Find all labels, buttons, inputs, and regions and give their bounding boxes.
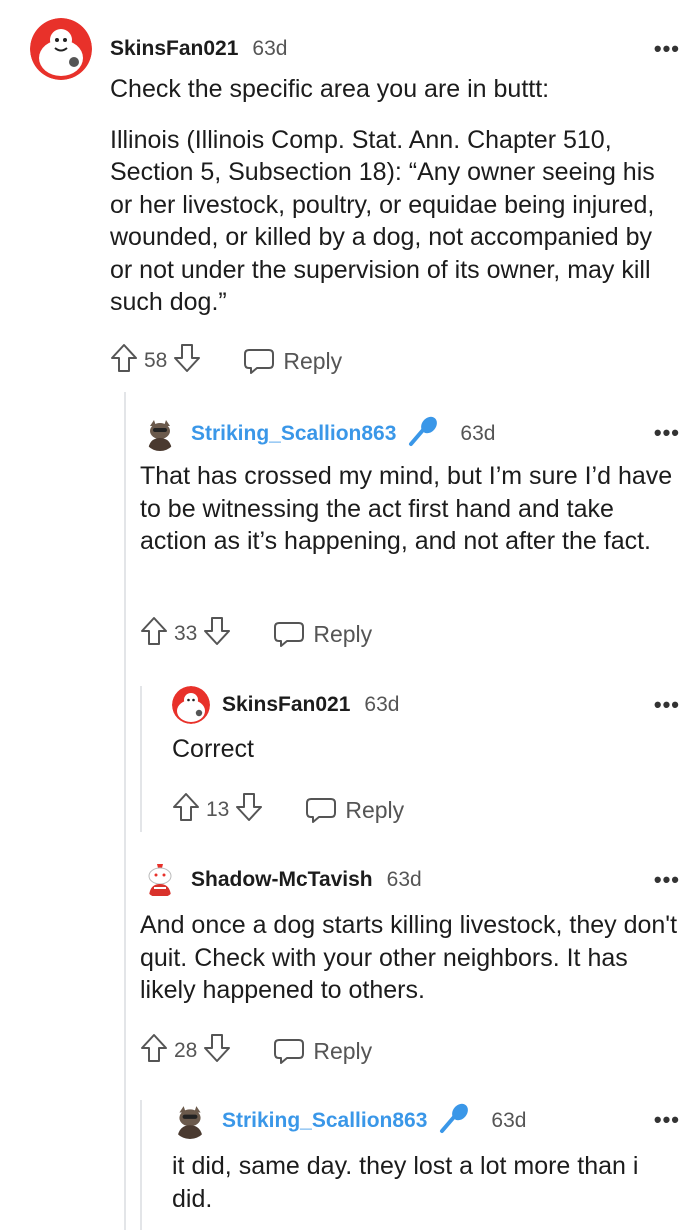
thread-line-level2[interactable]	[140, 686, 142, 832]
more-options-button[interactable]: •••	[654, 36, 680, 62]
comment-paragraph: And once a dog starts killing livestock,…	[140, 911, 678, 1004]
thread-line-level2b[interactable]	[140, 1100, 142, 1230]
reply-button[interactable]: Reply	[273, 1037, 372, 1065]
vote-score: 33	[174, 622, 198, 645]
reply-button[interactable]: Reply	[273, 620, 372, 648]
op-microphone-icon	[408, 415, 438, 452]
avatar[interactable]	[143, 416, 177, 451]
comment-body: it did, same day. they lost a lot more t…	[172, 1150, 682, 1215]
upvote-icon[interactable]	[110, 343, 138, 379]
avatar[interactable]	[172, 1102, 208, 1139]
comment-age: 63d	[364, 693, 400, 716]
comment-paragraph: That has crossed my mind, but I’m sure I…	[140, 462, 673, 555]
comment-body: Correct	[172, 733, 672, 766]
comment-age: 63d	[252, 37, 288, 60]
vote-score: 58	[144, 349, 168, 372]
comment-body: And once a dog starts killing livestock,…	[140, 909, 680, 1007]
reply-label: Reply	[345, 796, 405, 823]
comment-author[interactable]: SkinsFan021	[222, 693, 350, 717]
comment-age: 63d	[491, 1108, 527, 1132]
downvote-icon[interactable]	[235, 792, 263, 828]
more-options-button[interactable]: •••	[654, 1107, 680, 1133]
op-microphone-icon	[439, 1102, 469, 1139]
avatar[interactable]	[172, 686, 210, 724]
comment-author[interactable]: Striking_Scallion863	[191, 422, 396, 446]
reply-bubble-icon	[274, 622, 305, 647]
comment-paragraph: Correct	[172, 735, 254, 763]
more-options-button[interactable]: •••	[654, 420, 680, 446]
comment-author[interactable]: Shadow-McTavish	[191, 868, 373, 892]
comment-author[interactable]: SkinsFan021	[110, 37, 238, 61]
reply-label: Reply	[313, 620, 373, 647]
thread-line-level1[interactable]	[124, 392, 126, 1230]
reply-bubble-icon	[274, 1039, 305, 1064]
reply-label: Reply	[313, 1037, 373, 1064]
upvote-icon[interactable]	[172, 792, 200, 828]
upvote-icon[interactable]	[140, 616, 168, 652]
comment-actions: 33 Reply	[140, 616, 372, 652]
downvote-icon[interactable]	[203, 616, 231, 652]
vote-score: 13	[206, 798, 230, 821]
comment-actions: 13 Reply	[172, 792, 404, 828]
vote-score: 28	[174, 1039, 198, 1062]
comment-age: 63d	[386, 868, 422, 891]
comment-author[interactable]: Striking_Scallion863	[222, 1109, 427, 1133]
comment-paragraph: Check the specific area you are in buttt…	[110, 75, 550, 103]
comment-body: That has crossed my mind, but I’m sure I…	[140, 460, 680, 558]
comment-paragraph: Illinois (Illinois Comp. Stat. Ann. Chap…	[110, 125, 655, 317]
avatar[interactable]	[30, 18, 92, 80]
reply-button[interactable]: Reply	[305, 796, 404, 824]
upvote-icon[interactable]	[140, 1033, 168, 1069]
comment-actions: 58 Reply	[110, 343, 342, 379]
avatar[interactable]	[143, 862, 177, 898]
downvote-icon[interactable]	[173, 343, 201, 379]
reply-bubble-icon	[306, 798, 337, 823]
more-options-button[interactable]: •••	[654, 867, 680, 893]
comment-body: Check the specific area you are in buttt…	[110, 73, 680, 319]
comment-actions: 28 Reply	[140, 1033, 372, 1069]
reply-label: Reply	[283, 347, 343, 374]
more-options-button[interactable]: •••	[654, 692, 680, 718]
comment-paragraph: it did, same day. they lost a lot more t…	[172, 1152, 639, 1213]
reply-bubble-icon	[244, 349, 275, 374]
downvote-icon[interactable]	[203, 1033, 231, 1069]
reply-button[interactable]: Reply	[243, 347, 342, 375]
comment-age: 63d	[460, 421, 496, 445]
